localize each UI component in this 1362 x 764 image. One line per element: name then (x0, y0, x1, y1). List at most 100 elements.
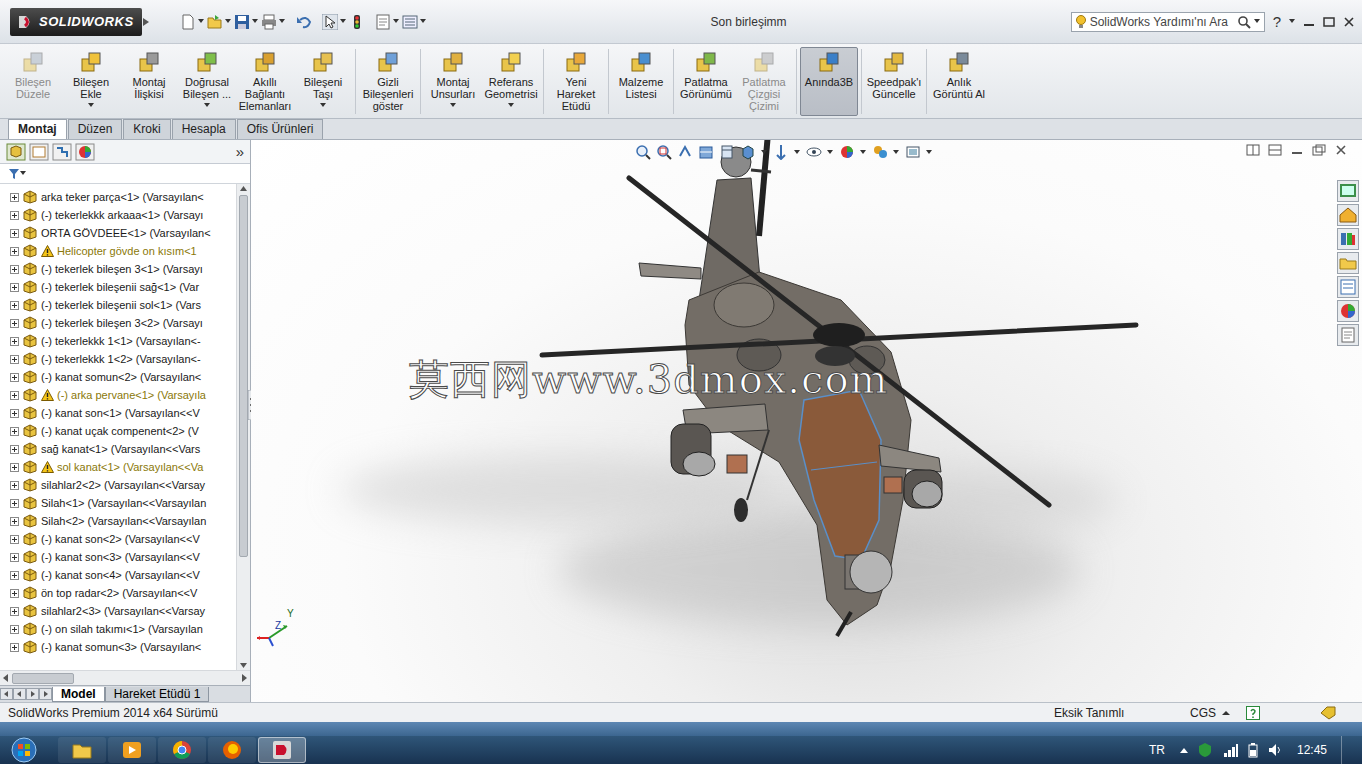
dropdown-arrow-icon[interactable] (1289, 19, 1296, 24)
ribbon-button[interactable]: Yeni Hareket Etüdü (547, 47, 605, 116)
scroll-right-icon[interactable] (238, 673, 250, 683)
hide-show-icon[interactable] (806, 144, 822, 160)
expand-plus-icon[interactable] (10, 589, 19, 598)
dropdown-arrow[interactable] (320, 103, 326, 107)
dropdown-arrow-icon[interactable] (420, 19, 427, 24)
ribbon-button[interactable]: Patlatma Görünümü (677, 47, 735, 116)
home-icon[interactable] (1338, 205, 1358, 225)
task-pane-tab[interactable] (1337, 324, 1359, 346)
tree-item[interactable]: (-) kanat somun<2> (Varsayılan< (0, 368, 236, 386)
expand-plus-icon[interactable] (10, 193, 19, 202)
appearance-icon[interactable] (839, 144, 855, 160)
tree-item[interactable]: silahlar2<2> (Varsayılan<<Varsay (0, 476, 236, 494)
next-tab-icon[interactable] (26, 688, 39, 700)
command-tab[interactable]: Düzen (68, 119, 123, 139)
property-manager-icon[interactable] (29, 143, 49, 161)
taskbar-app[interactable] (158, 737, 206, 763)
dropdown-arrow-icon[interactable] (225, 19, 232, 24)
select-icon[interactable] (322, 14, 338, 30)
component-tool-icon[interactable] (882, 50, 906, 74)
expand-plus-icon[interactable] (10, 265, 19, 274)
dropdown-arrow-icon[interactable] (279, 19, 286, 24)
component-tool-icon[interactable] (499, 50, 523, 74)
expand-plus-icon[interactable] (10, 445, 19, 454)
expand-plus-icon[interactable] (10, 355, 19, 364)
save-icon[interactable] (234, 14, 250, 30)
print-icon[interactable] (261, 14, 277, 30)
help-search[interactable] (1071, 12, 1265, 32)
unit-system[interactable]: CGS (1190, 706, 1216, 720)
dropdown-arrow[interactable] (88, 103, 94, 107)
minimize-icon[interactable] (1302, 16, 1316, 28)
expand-plus-icon[interactable] (10, 391, 19, 400)
help-button[interactable]: ? (1271, 13, 1283, 30)
dropdown-arrow-icon[interactable] (1254, 19, 1261, 24)
restore-icon[interactable] (1322, 16, 1336, 28)
file-properties-icon[interactable] (375, 14, 391, 30)
display-style-icon[interactable] (773, 144, 789, 160)
doc-close-icon[interactable] (1334, 144, 1348, 156)
expand-plus-icon[interactable] (10, 463, 19, 472)
tile-vertical-icon[interactable] (1268, 144, 1282, 156)
dropdown-arrow-icon[interactable] (252, 19, 259, 24)
ribbon-button[interactable]: Akıllı Bağlantı Elemanları (236, 47, 294, 116)
solidworks-resources-icon[interactable] (1338, 181, 1358, 201)
expand-plus-icon[interactable] (10, 373, 19, 382)
tree-item[interactable]: (-) tekerlekkk 1<2> (Varsayılan<- (0, 350, 236, 368)
expand-plus-icon[interactable] (10, 409, 19, 418)
tree-item[interactable]: arka teker parça<1> (Varsayılan< (0, 188, 236, 206)
file-explorer-icon[interactable] (1338, 253, 1358, 273)
task-pane-tab[interactable] (1337, 204, 1359, 226)
tree-item[interactable]: (-) tekerlekkk 1<1> (Varsayılan<- (0, 332, 236, 350)
ribbon-button[interactable]: Anlık Görüntü Al (930, 47, 988, 116)
scroll-down-icon[interactable] (239, 661, 248, 670)
scroll-left-icon[interactable] (0, 673, 12, 683)
component-tool-icon[interactable] (79, 50, 103, 74)
command-tab[interactable]: Montaj (8, 119, 67, 139)
component-tool-icon[interactable] (376, 50, 400, 74)
prev-tab-icon[interactable] (13, 688, 26, 700)
ribbon-button[interactable]: Gizli Bileşenleri göster (359, 47, 417, 116)
expand-plus-icon[interactable] (10, 553, 19, 562)
expand-plus-icon[interactable] (10, 535, 19, 544)
tree-item[interactable]: (-) kanat son<1> (Varsayılan<<V (0, 404, 236, 422)
zoom-fit-icon[interactable] (635, 144, 651, 160)
helicopter-model[interactable] (251, 140, 1361, 702)
solidworks-logo[interactable]: SOLIDWORKS (10, 8, 142, 36)
view-palette-icon[interactable] (1338, 277, 1358, 297)
expand-plus-icon[interactable] (10, 229, 19, 238)
bottom-tab[interactable]: Model (52, 687, 105, 702)
section-view-icon[interactable] (698, 144, 714, 160)
dropdown-arrow-icon[interactable] (926, 150, 933, 155)
scroll-thumb[interactable] (12, 673, 74, 684)
tree-item[interactable]: (-) tekerlek bileşen 3<1> (Varsayı (0, 260, 236, 278)
expand-plus-icon[interactable] (10, 517, 19, 526)
tree-item[interactable]: sağ kanat<1> (Varsayılan<<Vars (0, 440, 236, 458)
ribbon-button[interactable]: Montaj İlişkisi (120, 47, 178, 116)
close-icon[interactable] (1342, 16, 1356, 28)
expand-plus-icon[interactable] (10, 607, 19, 616)
design-library-icon[interactable] (1338, 229, 1358, 249)
dynamic-annotation-icon[interactable] (719, 144, 735, 160)
dropdown-arrow[interactable] (204, 103, 210, 107)
appearances-icon[interactable] (1338, 301, 1358, 321)
component-tool-icon[interactable] (311, 50, 335, 74)
tree-scrollbar[interactable] (236, 184, 250, 670)
tree-item[interactable]: (-) tekerlek bileşen 3<2> (Varsayı (0, 314, 236, 332)
expand-plus-icon[interactable] (10, 283, 19, 292)
task-pane-tab[interactable] (1337, 276, 1359, 298)
expand-panel-button[interactable]: » (236, 143, 244, 160)
network-tray-icon[interactable] (1223, 742, 1239, 758)
configuration-icon[interactable] (52, 143, 72, 161)
taskbar-app[interactable] (58, 737, 106, 763)
component-tool-icon[interactable] (629, 50, 653, 74)
task-pane-tab[interactable] (1337, 252, 1359, 274)
dropdown-arrow-icon[interactable] (827, 150, 834, 155)
component-tool-icon[interactable] (137, 50, 161, 74)
tile-horizontal-icon[interactable] (1246, 144, 1260, 156)
tree-item[interactable]: (-) kanat son<3> (Varsayılan<<V (0, 548, 236, 566)
expand-plus-icon[interactable] (10, 301, 19, 310)
component-tool-icon[interactable] (817, 50, 841, 74)
last-tab-icon[interactable] (39, 688, 52, 700)
tree-item[interactable]: ORTA GÖVDEEE<1> (Varsayılan< (0, 224, 236, 242)
